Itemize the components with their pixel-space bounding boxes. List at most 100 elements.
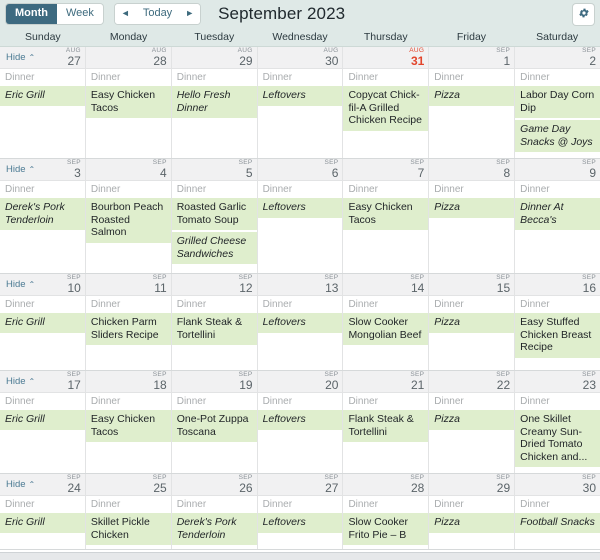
meal-event-chip[interactable]: Easy Chicken Tacos bbox=[85, 410, 171, 442]
hide-week-toggle[interactable]: Hide ⌃ bbox=[6, 376, 35, 387]
day-cell[interactable]: Dinner Pizza bbox=[429, 496, 516, 549]
date-cell[interactable]: SEP 25 bbox=[86, 474, 172, 495]
date-cell[interactable]: SEP 14 bbox=[343, 274, 430, 295]
meal-event-chip[interactable]: Slow Cooker Frito Pie – B bbox=[343, 513, 429, 545]
meal-event-chip[interactable]: One Skillet Creamy Sun-Dried Tomato Chic… bbox=[515, 410, 600, 467]
date-cell[interactable]: SEP 21 bbox=[343, 371, 430, 392]
date-cell[interactable]: SEP 8 bbox=[429, 159, 516, 180]
meal-event-chip[interactable]: Skillet Pickle Chicken bbox=[85, 513, 171, 545]
date-cell[interactable]: SEP 7 bbox=[343, 159, 430, 180]
meal-event-chip[interactable]: Leftovers bbox=[257, 410, 343, 430]
day-cell[interactable]: Dinner Dinner At Becca's bbox=[515, 181, 600, 273]
view-month-button[interactable]: Month bbox=[6, 4, 57, 24]
date-cell[interactable]: SEP 18 bbox=[86, 371, 172, 392]
meal-event-chip[interactable]: Dinner At Becca's bbox=[515, 198, 600, 230]
view-week-button[interactable]: Week bbox=[56, 4, 103, 24]
day-cell[interactable]: Dinner Football Snacks bbox=[515, 496, 600, 549]
meal-event-chip[interactable]: Easy Stuffed Chicken Breast Recipe bbox=[515, 313, 600, 358]
meal-event-chip[interactable]: Pizza bbox=[429, 513, 515, 533]
date-cell[interactable]: SEP 11 bbox=[86, 274, 172, 295]
day-cell[interactable]: Dinner Hello Fresh Dinner bbox=[171, 69, 258, 158]
day-cell[interactable]: Dinner Eric Grill bbox=[0, 296, 86, 370]
meal-event-chip[interactable]: Eric Grill bbox=[0, 86, 85, 106]
meal-event-chip[interactable]: Flank Steak & Tortellini bbox=[343, 410, 429, 442]
day-cell[interactable]: Dinner Eric Grill bbox=[0, 496, 86, 549]
meal-event-chip[interactable]: Pizza bbox=[429, 313, 515, 333]
day-cell[interactable]: Dinner Roasted Garlic Tomato Soup Grilled … bbox=[171, 181, 258, 273]
meal-event-chip[interactable]: Leftovers bbox=[257, 86, 343, 106]
date-cell[interactable]: SEP 30 bbox=[515, 474, 600, 495]
meal-event-chip[interactable]: Leftovers bbox=[257, 513, 343, 533]
hide-week-toggle[interactable]: Hide ⌃ bbox=[6, 479, 35, 490]
date-cell[interactable]: SEP 26 bbox=[172, 474, 258, 495]
date-cell[interactable]: SEP 22 bbox=[429, 371, 516, 392]
day-cell[interactable]: Dinner Easy Chicken Tacos bbox=[343, 181, 430, 273]
meal-event-chip[interactable]: Labor Day Corn Dip bbox=[515, 86, 600, 118]
meal-event-chip[interactable]: Grilled Cheese Sandwiches bbox=[171, 232, 257, 264]
meal-event-chip[interactable]: Slow Cooker Mongolian Beef bbox=[343, 313, 429, 345]
meal-event-chip[interactable]: Leftovers bbox=[257, 313, 343, 333]
day-cell[interactable]: Dinner Copycat Chick-fil-A Grilled Chicke… bbox=[343, 69, 430, 158]
day-cell[interactable]: Dinner Easy Chicken Tacos bbox=[85, 69, 172, 158]
date-cell[interactable]: AUG 30 bbox=[258, 47, 344, 68]
day-cell[interactable]: Dinner Pizza bbox=[429, 296, 516, 370]
day-cell[interactable]: Dinner Easy Chicken Tacos bbox=[85, 393, 172, 473]
meal-event-chip[interactable]: Eric Grill bbox=[0, 513, 85, 533]
meal-event-chip[interactable]: Flank Steak & Tortellini bbox=[171, 313, 257, 345]
date-cell[interactable]: AUG 29 bbox=[172, 47, 258, 68]
day-cell[interactable]: Dinner Leftovers bbox=[257, 393, 344, 473]
date-cell[interactable]: SEP 5 bbox=[172, 159, 258, 180]
meal-event-chip[interactable]: Bourbon Peach Roasted Salmon bbox=[85, 198, 171, 243]
today-button[interactable]: Today bbox=[135, 4, 180, 24]
date-cell[interactable]: SEP 16 bbox=[515, 274, 600, 295]
date-cell[interactable]: SEP 3 Hide ⌃ bbox=[0, 159, 86, 180]
day-cell[interactable]: Dinner Slow Cooker Frito Pie – B bbox=[343, 496, 430, 549]
hide-week-toggle[interactable]: Hide ⌃ bbox=[6, 164, 35, 175]
date-cell[interactable]: SEP 6 bbox=[258, 159, 344, 180]
meal-event-chip[interactable]: Easy Chicken Tacos bbox=[343, 198, 429, 230]
date-cell[interactable]: SEP 15 bbox=[429, 274, 516, 295]
date-cell[interactable]: SEP 10 Hide ⌃ bbox=[0, 274, 86, 295]
day-cell[interactable]: Dinner Leftovers bbox=[257, 181, 344, 273]
day-cell[interactable]: Dinner Eric Grill bbox=[0, 69, 86, 158]
meal-event-chip[interactable]: Game Day Snacks @ Joys bbox=[515, 120, 600, 152]
date-cell[interactable]: SEP 29 bbox=[429, 474, 516, 495]
day-cell[interactable]: Dinner Eric Grill bbox=[0, 393, 86, 473]
date-cell[interactable]: SEP 13 bbox=[258, 274, 344, 295]
date-cell[interactable]: SEP 17 Hide ⌃ bbox=[0, 371, 86, 392]
day-cell[interactable]: Dinner Flank Steak & Tortellini bbox=[343, 393, 430, 473]
date-cell[interactable]: SEP 4 bbox=[86, 159, 172, 180]
day-cell[interactable]: Dinner Derek's Pork Tenderloin bbox=[0, 181, 86, 273]
prev-month-button[interactable]: ◄ bbox=[114, 4, 136, 24]
date-cell[interactable]: SEP 9 bbox=[515, 159, 600, 180]
meal-event-chip[interactable]: Hello Fresh Dinner bbox=[171, 86, 257, 118]
day-cell[interactable]: Dinner Easy Stuffed Chicken Breast Recipe bbox=[515, 296, 600, 370]
day-cell[interactable]: Dinner Flank Steak & Tortellini bbox=[171, 296, 258, 370]
date-cell[interactable]: AUG 28 bbox=[86, 47, 172, 68]
date-cell[interactable]: SEP 19 bbox=[172, 371, 258, 392]
meal-event-chip[interactable]: Easy Chicken Tacos bbox=[85, 86, 171, 118]
next-month-button[interactable]: ► bbox=[179, 4, 201, 24]
date-cell[interactable]: SEP 23 bbox=[515, 371, 600, 392]
meal-event-chip[interactable]: Derek's Pork Tenderloin bbox=[0, 198, 85, 230]
meal-event-chip[interactable]: Roasted Garlic Tomato Soup bbox=[171, 198, 257, 230]
hide-week-toggle[interactable]: Hide ⌃ bbox=[6, 52, 35, 63]
day-cell[interactable]: Dinner Bourbon Peach Roasted Salmon bbox=[85, 181, 172, 273]
day-cell[interactable]: Dinner Pizza bbox=[429, 393, 516, 473]
day-cell[interactable]: Dinner One Skillet Creamy Sun-Dried Tomat… bbox=[515, 393, 600, 473]
day-cell[interactable]: Dinner Labor Day Corn Dip Game Day Snacks … bbox=[515, 69, 600, 158]
meal-event-chip[interactable]: Derek's Pork Tenderloin bbox=[171, 513, 257, 545]
meal-event-chip[interactable]: Leftovers bbox=[257, 198, 343, 218]
day-cell[interactable]: Dinner Derek's Pork Tenderloin bbox=[171, 496, 258, 549]
day-cell[interactable]: Dinner Chicken Parm Sliders Recipe bbox=[85, 296, 172, 370]
meal-event-chip[interactable]: Pizza bbox=[429, 198, 515, 218]
meal-event-chip[interactable]: Eric Grill bbox=[0, 313, 85, 333]
day-cell[interactable]: Dinner Skillet Pickle Chicken bbox=[85, 496, 172, 549]
day-cell[interactable]: Dinner Slow Cooker Mongolian Beef bbox=[343, 296, 430, 370]
date-cell[interactable]: SEP 28 bbox=[343, 474, 430, 495]
day-cell[interactable]: Dinner One-Pot Zuppa Toscana bbox=[171, 393, 258, 473]
meal-event-chip[interactable]: Eric Grill bbox=[0, 410, 85, 430]
date-cell[interactable]: SEP 12 bbox=[172, 274, 258, 295]
date-cell[interactable]: SEP 24 Hide ⌃ bbox=[0, 474, 86, 495]
meal-event-chip[interactable]: Copycat Chick-fil-A Grilled Chicken Reci… bbox=[343, 86, 429, 131]
